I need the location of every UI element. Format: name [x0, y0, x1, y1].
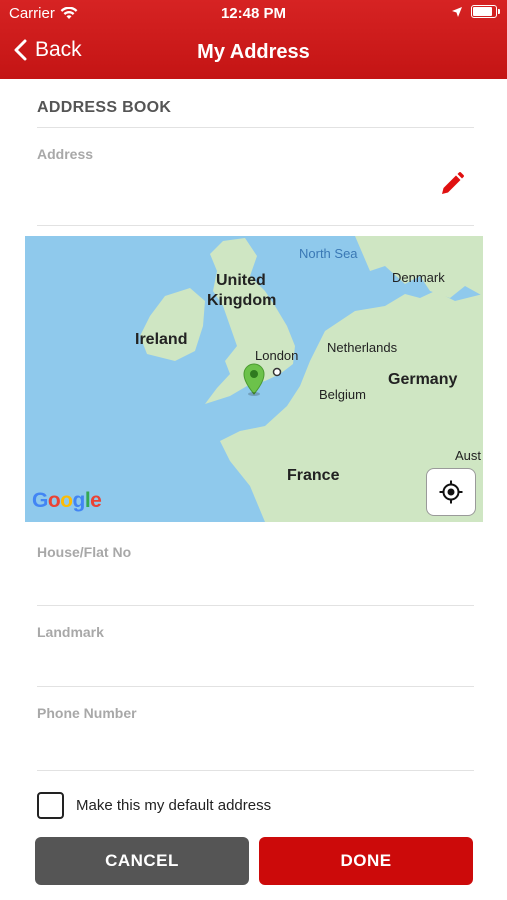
- pencil-icon: [442, 172, 464, 194]
- map-label-ireland: Ireland: [135, 331, 188, 348]
- google-logo: Google: [32, 489, 102, 512]
- landmark-label: Landmark: [37, 624, 104, 640]
- section-divider: [37, 127, 474, 128]
- location-arrow-icon: [452, 6, 462, 17]
- map-label-denmark: Denmark: [392, 270, 445, 285]
- phone-number-label: Phone Number: [37, 705, 137, 721]
- cancel-button[interactable]: CANCEL: [35, 837, 249, 885]
- default-address-label: Make this my default address: [76, 797, 272, 814]
- status-bar: Carrier 12:48 PM: [0, 0, 507, 28]
- map-label-london: London: [255, 348, 299, 363]
- address-divider: [37, 225, 474, 226]
- default-address-checkbox[interactable]: [37, 792, 64, 819]
- map-label-france: France: [287, 467, 340, 484]
- map-label-belgium: Belgium: [319, 387, 366, 402]
- house-flat-label: House/Flat No: [37, 544, 132, 560]
- nav-bar: Back My Address: [0, 28, 507, 79]
- done-button[interactable]: DONE: [259, 837, 473, 885]
- house-flat-field[interactable]: [37, 605, 474, 606]
- address-label: Address: [37, 146, 94, 162]
- map-label-united: United: [216, 272, 266, 289]
- map-label-north-sea: North Sea: [299, 246, 358, 261]
- status-right: [451, 5, 500, 18]
- edit-address-icon[interactable]: [438, 170, 466, 198]
- location-map[interactable]: North Sea Denmark United Kingdom Ireland…: [25, 236, 483, 522]
- page-title: My Address: [197, 41, 310, 63]
- map-label-kingdom: Kingdom: [207, 292, 277, 309]
- status-time: 12:48 PM: [220, 5, 287, 22]
- map-label-netherlands: Netherlands: [327, 340, 398, 355]
- battery-fill: [473, 7, 492, 16]
- map-label-germany: Germany: [388, 371, 458, 388]
- app-header: Carrier 12:48 PM Back My Address: [0, 0, 507, 79]
- crosshair-icon: [439, 480, 463, 504]
- landmark-field[interactable]: [37, 686, 474, 687]
- map-label-aust: Aust: [455, 448, 482, 463]
- battery-icon: [471, 5, 500, 18]
- my-location-button[interactable]: [426, 468, 476, 516]
- section-title: ADDRESS BOOK: [37, 99, 172, 116]
- phone-number-field[interactable]: [37, 770, 474, 771]
